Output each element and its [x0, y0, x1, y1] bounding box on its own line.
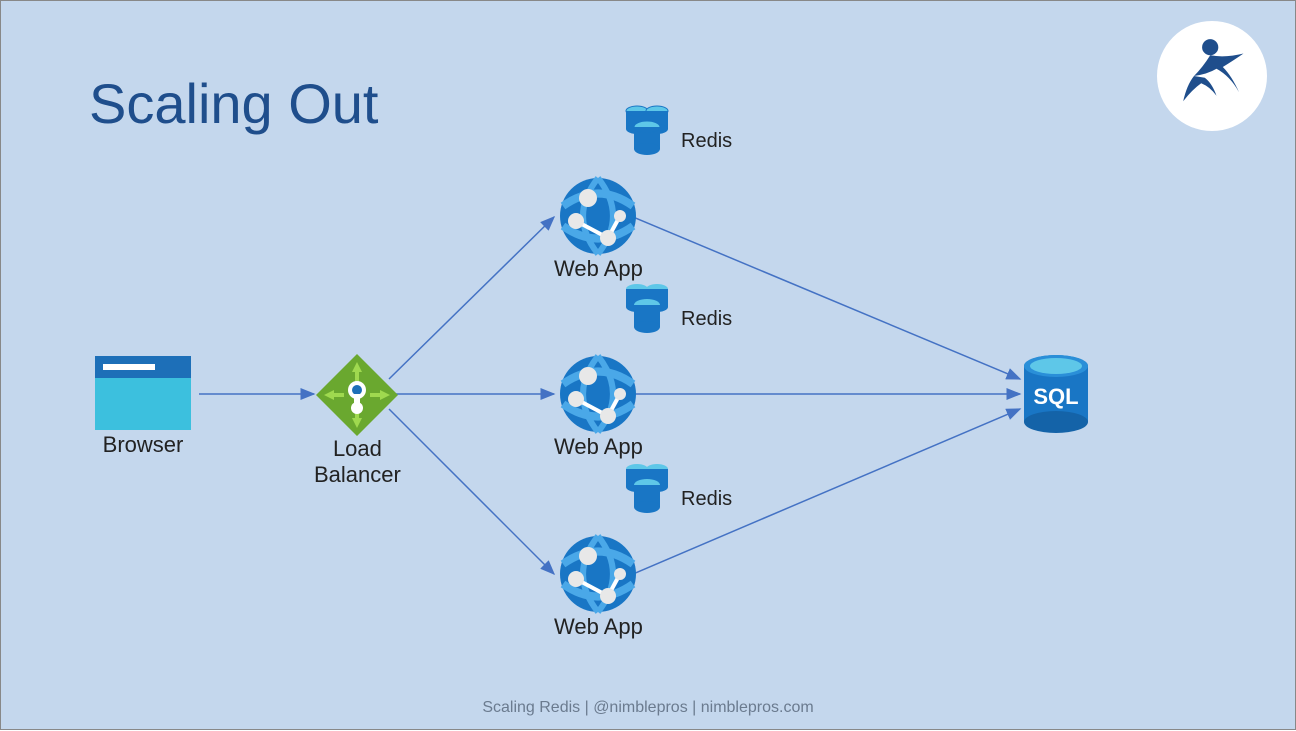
redis-icon — [619, 279, 675, 335]
sql-icon: SQL — [1020, 354, 1092, 434]
webapp-node-2: Web App — [554, 354, 643, 460]
redis-node-3: Redis — [619, 459, 732, 515]
redis-icon — [619, 459, 675, 515]
slide-title: Scaling Out — [89, 71, 379, 136]
redis-label-1: Redis — [681, 130, 732, 153]
webapp-node-1: Web App — [554, 176, 643, 282]
redis-label-2: Redis — [681, 308, 732, 331]
browser-label: Browser — [103, 432, 184, 458]
svg-text:SQL: SQL — [1033, 384, 1078, 409]
load-balancer-label: Load Balancer — [314, 436, 401, 488]
browser-node: Browser — [93, 354, 193, 458]
webapp-node-3: Web App — [554, 534, 643, 640]
logo-icon — [1157, 21, 1267, 131]
load-balancer-node: Load Balancer — [314, 354, 401, 488]
load-balancer-icon — [316, 354, 398, 436]
webapp-label-2: Web App — [554, 434, 643, 460]
redis-label-3: Redis — [681, 488, 732, 511]
webapp-icon — [558, 534, 638, 614]
browser-icon — [93, 354, 193, 432]
webapp-icon — [558, 354, 638, 434]
redis-node-1: Redis — [619, 101, 732, 157]
webapp-label-3: Web App — [554, 614, 643, 640]
redis-node-2: Redis — [619, 279, 732, 335]
redis-icon — [619, 101, 675, 157]
slide-footer: Scaling Redis | @nimblepros | nimblepros… — [1, 699, 1295, 717]
sql-node: SQL — [1020, 354, 1092, 434]
slide: Scaling Out — [0, 0, 1296, 730]
webapp-icon — [558, 176, 638, 256]
